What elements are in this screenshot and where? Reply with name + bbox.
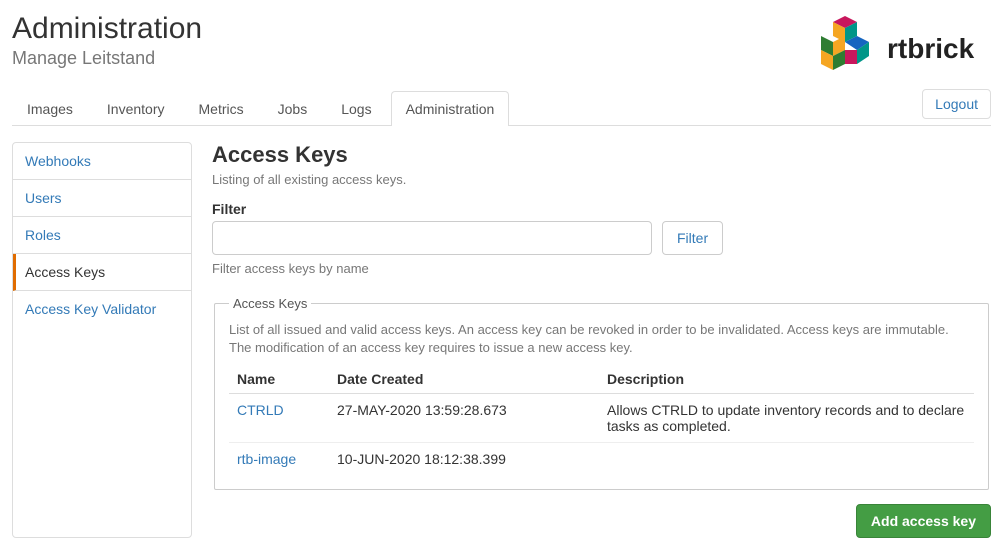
table-row: rtb-image 10-JUN-2020 18:12:38.399 xyxy=(229,443,974,476)
sidebar: Webhooks Users Roles Access Keys Access … xyxy=(12,142,192,538)
filter-help: Filter access keys by name xyxy=(212,261,991,276)
tab-administration[interactable]: Administration xyxy=(391,91,510,126)
tab-metrics[interactable]: Metrics xyxy=(184,91,259,126)
key-link-ctrld[interactable]: CTRLD xyxy=(237,402,284,418)
fieldset-description: List of all issued and valid access keys… xyxy=(229,321,974,357)
page-subtitle: Manage Leitstand xyxy=(12,48,202,69)
sidebar-item-access-key-validator[interactable]: Access Key Validator xyxy=(13,291,191,327)
sidebar-item-users[interactable]: Users xyxy=(13,180,191,217)
brand-logo: rtbrick xyxy=(811,8,991,85)
tab-inventory[interactable]: Inventory xyxy=(92,91,180,126)
sidebar-item-access-keys[interactable]: Access Keys xyxy=(13,254,191,291)
tab-images[interactable]: Images xyxy=(12,91,88,126)
column-header-date: Date Created xyxy=(329,365,599,394)
key-description: Allows CTRLD to update inventory records… xyxy=(599,394,974,443)
page-title: Administration xyxy=(12,12,202,46)
tab-logs[interactable]: Logs xyxy=(326,91,386,126)
access-keys-fieldset: Access Keys List of all issued and valid… xyxy=(214,296,989,490)
table-row: CTRLD 27-MAY-2020 13:59:28.673 Allows CT… xyxy=(229,394,974,443)
tab-jobs[interactable]: Jobs xyxy=(263,91,323,126)
filter-label: Filter xyxy=(212,201,991,217)
section-description: Listing of all existing access keys. xyxy=(212,172,991,187)
filter-button[interactable]: Filter xyxy=(662,221,723,255)
fieldset-legend: Access Keys xyxy=(229,296,311,311)
logo-text: rtbrick xyxy=(887,33,975,64)
add-access-key-button[interactable]: Add access key xyxy=(856,504,991,538)
column-header-name: Name xyxy=(229,365,329,394)
main-tabs: Images Inventory Metrics Jobs Logs Admin… xyxy=(12,90,509,125)
key-link-rtb-image[interactable]: rtb-image xyxy=(237,451,296,467)
filter-input[interactable] xyxy=(212,221,652,255)
key-description xyxy=(599,443,974,476)
access-keys-table: Name Date Created Description CTRLD 27-M… xyxy=(229,365,974,475)
key-date: 10-JUN-2020 18:12:38.399 xyxy=(329,443,599,476)
key-date: 27-MAY-2020 13:59:28.673 xyxy=(329,394,599,443)
logo-icon xyxy=(821,16,869,70)
section-heading: Access Keys xyxy=(212,142,991,168)
column-header-description: Description xyxy=(599,365,974,394)
logout-button[interactable]: Logout xyxy=(922,89,991,119)
sidebar-item-webhooks[interactable]: Webhooks xyxy=(13,143,191,180)
sidebar-item-roles[interactable]: Roles xyxy=(13,217,191,254)
